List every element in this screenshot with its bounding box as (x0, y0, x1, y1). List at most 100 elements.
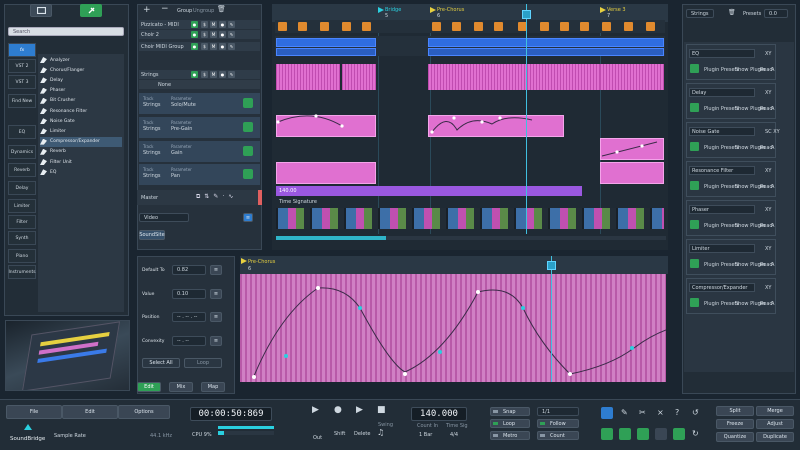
plugin-card[interactable]: EQ XY Plugin Presets Show Plugin Read A (686, 44, 776, 80)
plugin-enable-button[interactable] (690, 259, 699, 268)
swing-icon[interactable]: ♫ (377, 428, 384, 437)
browser-tab-5[interactable]: Dynamics (8, 145, 36, 159)
duplicate-button[interactable]: Duplicate (756, 432, 794, 442)
loop-editor-button[interactable]: Loop (184, 358, 222, 368)
plugin-presets-button[interactable]: Plugin Presets (704, 145, 739, 151)
default-to-button[interactable]: ≡ (210, 265, 222, 275)
plugin-enable-button[interactable] (690, 298, 699, 307)
strings-param-value[interactable]: None (158, 82, 171, 88)
midi-clip[interactable] (320, 22, 329, 31)
effect-item[interactable]: Noise Gate (40, 116, 122, 126)
tab-map[interactable]: Map (201, 382, 225, 392)
editor-playhead-handle[interactable] (547, 261, 556, 270)
presets-field[interactable]: 0.0 (764, 9, 788, 18)
plugin-enable-button[interactable] (690, 103, 699, 112)
mix-icon[interactable]: ⇅ (204, 193, 209, 201)
browser-tab-4[interactable]: EQ (8, 125, 36, 139)
midi-clip[interactable] (560, 22, 569, 31)
a-button[interactable]: A (771, 106, 774, 112)
undo-icon[interactable]: ↺ (692, 408, 699, 417)
plugin-presets-button[interactable]: Plugin Presets (704, 223, 739, 229)
time-display[interactable]: 00:00:50:869 (190, 407, 272, 421)
file-menu[interactable]: File (6, 405, 62, 419)
effect-item[interactable]: EQ (40, 167, 122, 177)
mute-button[interactable]: M (210, 71, 217, 78)
count-in-value[interactable]: 1 Bar (419, 432, 432, 438)
effect-item[interactable]: Resonance Filter (40, 106, 122, 116)
a-button[interactable]: A (771, 184, 774, 190)
pencil-icon[interactable]: ✎ (621, 408, 628, 417)
browser-tab-10[interactable]: Synth (8, 231, 36, 245)
clip-choir-1[interactable] (276, 38, 376, 47)
view-tool-4[interactable] (655, 428, 667, 440)
out-button[interactable]: Out (313, 435, 322, 441)
tempo-display[interactable]: 140.000 (411, 407, 467, 421)
plugin-enable-button[interactable] (690, 142, 699, 151)
plugin-xy-toggle[interactable]: XY (765, 246, 771, 252)
delete-button[interactable]: Delete (354, 431, 370, 437)
add-track-icon[interactable]: + (143, 5, 151, 15)
mute-button[interactable]: M (210, 21, 217, 28)
browser-tab-11[interactable]: Piano (8, 249, 36, 263)
time-sig-value[interactable]: 4/4 (450, 432, 458, 438)
a-button[interactable]: A (771, 67, 774, 73)
midi-clip[interactable] (342, 22, 351, 31)
browser-tab-9[interactable]: Filter (8, 215, 36, 229)
plugin-xy-toggle[interactable]: XY (765, 168, 771, 174)
video-track[interactable]: Video (139, 213, 189, 222)
view-tool-3[interactable] (637, 428, 649, 440)
master-controls[interactable]: ⧉ ⇅ ✎ · ∿ (196, 193, 256, 201)
view-tool-1[interactable] (601, 428, 613, 440)
ungroup-button[interactable]: Ungroup (193, 8, 214, 14)
remove-track-icon[interactable]: − (161, 4, 169, 14)
plugin-enable-button[interactable] (690, 64, 699, 73)
effect-item[interactable]: Bit Crusher (40, 96, 122, 106)
trash-chain-icon[interactable]: 🗑 (728, 9, 736, 16)
search-input[interactable]: Search (8, 27, 124, 36)
effect-item[interactable]: Analyzer (40, 55, 122, 65)
solo-button[interactable]: ● (191, 21, 198, 28)
plugin-view-button[interactable] (80, 4, 102, 17)
a-button[interactable]: A (771, 262, 774, 268)
plugin-xy-toggle[interactable]: XY (765, 285, 771, 291)
strings-selector[interactable]: Strings (686, 9, 714, 18)
clip-choir-3[interactable] (276, 48, 376, 56)
browser-tab-12[interactable]: Instruments (8, 265, 36, 279)
a-button[interactable]: A (771, 223, 774, 229)
help-icon[interactable]: ? (675, 408, 679, 417)
record-icon[interactable]: ▶︎ (312, 405, 319, 415)
select-all-button[interactable]: Select All (142, 358, 180, 368)
convexity-field[interactable]: -- . -- (172, 336, 206, 346)
arrange-scrollbar[interactable] (276, 236, 666, 240)
effect-item[interactable]: Reverb (40, 147, 122, 157)
freeze-button[interactable]: Freeze (716, 419, 754, 429)
mute-button[interactable]: M (210, 31, 217, 38)
eq-icon[interactable]: ⧉ (196, 193, 200, 201)
dollar-icon[interactable]: $ (201, 21, 208, 28)
view-tool-2[interactable] (619, 428, 631, 440)
effect-item[interactable]: Phaser (40, 86, 122, 96)
edit-track-icon[interactable]: ✎ (228, 43, 235, 50)
automation-row[interactable]: Track Strings Parameter Solo/Mute (139, 93, 260, 114)
midi-clip[interactable] (540, 22, 549, 31)
pointer-tool[interactable] (601, 407, 613, 419)
browser-tab-0[interactable]: fx (8, 43, 36, 57)
track-row[interactable]: Choir 2 ● $ M ● ✎ (139, 30, 260, 39)
plugin-presets-button[interactable]: Plugin Presets (704, 262, 739, 268)
scissors-icon[interactable]: ✂ (639, 408, 646, 417)
edit-track-icon[interactable]: ✎ (228, 71, 235, 78)
midi-clip[interactable] (580, 22, 589, 31)
plugin-enable-button[interactable] (690, 181, 699, 190)
effect-item[interactable]: Chorus/Flanger (40, 65, 122, 75)
midi-clip[interactable] (278, 22, 287, 31)
midi-clip[interactable] (624, 22, 633, 31)
automation-enable-button[interactable] (243, 98, 253, 108)
view-tool-5[interactable] (673, 428, 685, 440)
browser-tab-1[interactable]: VST 2 (8, 59, 36, 73)
browser-view-button[interactable] (30, 4, 52, 17)
record-arm-icon[interactable]: ● (219, 71, 226, 78)
midi-clip[interactable] (452, 22, 461, 31)
plugin-card[interactable]: Limiter XY Plugin Presets Show Plugin Re… (686, 239, 776, 275)
clip-choir-2[interactable] (428, 38, 664, 47)
value-field[interactable]: 0.10 (172, 289, 206, 299)
